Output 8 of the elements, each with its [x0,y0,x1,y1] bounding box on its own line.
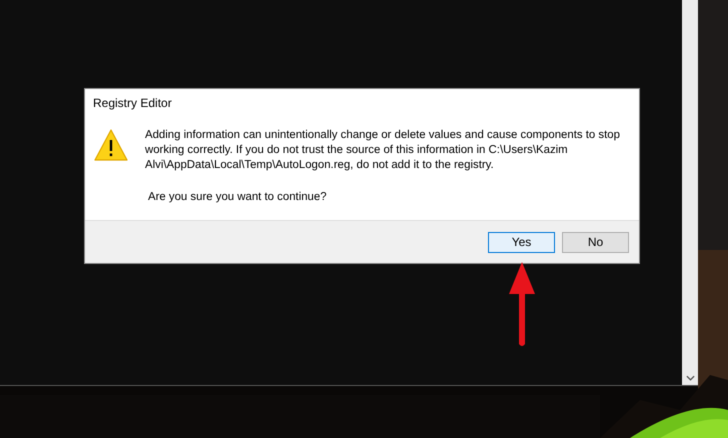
warning-icon [94,129,128,161]
yes-button[interactable]: Yes [488,232,555,252]
confirmation-question: Are you sure you want to continue? [148,191,328,203]
warning-message: Adding information can unintentionally change or delete values and cause components to stop working correctly. If you do not trust the source of this information in C:\Users\Kazim Alvi\AppData\Local\Temp\AutoLogon.reg, do not add it to the registry. [145,128,621,173]
no-button[interactable]: No [562,232,629,252]
dialog-title: Registry Editor [92,95,173,112]
chevron-down-icon[interactable] [686,375,694,381]
scrollbar[interactable] [682,0,698,385]
